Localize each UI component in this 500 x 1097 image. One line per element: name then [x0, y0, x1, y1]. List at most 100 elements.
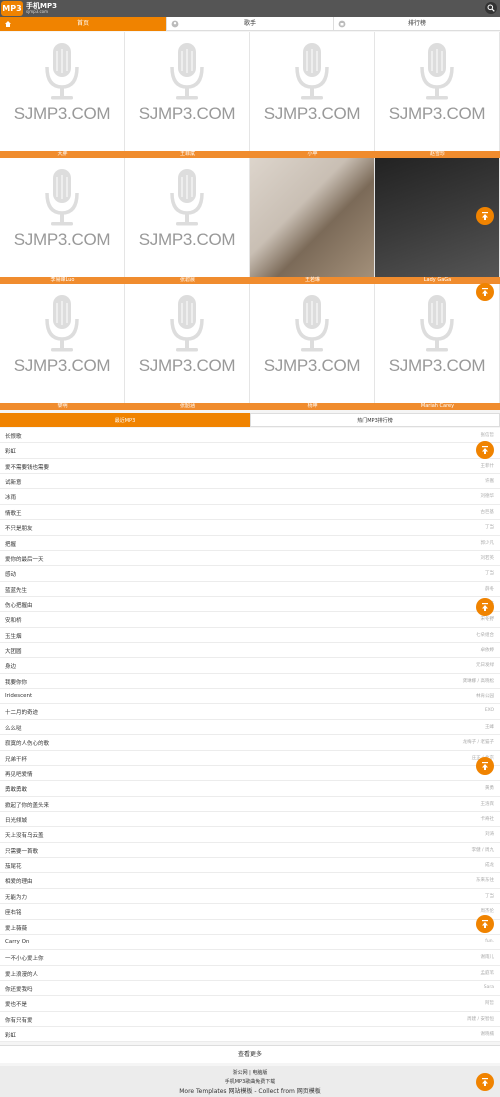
back-to-top-button[interactable] [476, 283, 494, 301]
song-artist[interactable]: 卓依婷 [481, 647, 495, 653]
back-to-top-button[interactable] [476, 598, 494, 616]
song-title[interactable]: 伤心把握由 [5, 601, 33, 609]
singer-card[interactable]: SJMP3.COM 张碧晨 [125, 158, 250, 284]
footer-credit[interactable]: More Templates 网站模板 - Collect from 网页模板 [0, 1086, 500, 1095]
singer-card[interactable]: SJMP3.COM 张韶涵 [125, 284, 250, 410]
song-title[interactable]: 爱不需要钱也需要 [5, 463, 49, 471]
footer-links[interactable]: 浙公网 | 电脑版 [0, 1069, 500, 1076]
song-title[interactable]: 玉生烟 [5, 632, 22, 640]
song-row[interactable]: 日光倾城 卡奇社 [0, 811, 500, 828]
song-artist[interactable]: 卡奇社 [481, 816, 495, 822]
song-row[interactable]: 掀起了你的盖头来 王洛宾 [0, 796, 500, 812]
song-title[interactable]: 掀起了你的盖头来 [5, 801, 49, 809]
song-title[interactable]: 你还爱我吗 [5, 985, 33, 993]
song-row[interactable]: 爱不需要钱也需要 王菲什 [0, 458, 500, 475]
song-artist[interactable]: 林肯公园 [476, 693, 494, 699]
singer-card[interactable]: SJMP3.COM 小苹 [250, 32, 375, 158]
song-artist[interactable]: 龚琳娜 / 高晓松 [463, 678, 494, 684]
song-row[interactable]: 只需要一首歌 李健 / 周九 [0, 842, 500, 859]
song-row[interactable]: 试新意 许嵩 [0, 474, 500, 490]
song-row[interactable]: 相爱的理由 东来东往 [0, 873, 500, 889]
song-title[interactable]: 不只是朋友 [5, 524, 33, 532]
song-row[interactable]: Iridescent 林肯公园 [0, 689, 500, 705]
song-artist[interactable]: 王峰 [485, 724, 494, 730]
song-artist[interactable]: 谢雨儿 [481, 954, 495, 960]
song-row[interactable]: 勇敢勇敢 黄勇 [0, 781, 500, 797]
song-row[interactable]: 你有只有爱 周建 / 安智恒 [0, 1011, 500, 1028]
song-row[interactable]: 爱也不是 阿哲 [0, 996, 500, 1012]
back-to-top-button[interactable] [476, 915, 494, 933]
song-artist[interactable]: 黄勇 [485, 785, 494, 791]
song-artist[interactable]: 龙梅子 / 老猫子 [463, 739, 494, 745]
song-artist[interactable]: 王菲什 [481, 463, 495, 469]
song-row[interactable]: 寂寞的人伤心的歌 龙梅子 / 老猫子 [0, 735, 500, 751]
song-row[interactable]: 座右铭 周杰伦 [0, 904, 500, 920]
song-row[interactable]: 茄尾花 成龙 [0, 858, 500, 874]
song-artist[interactable]: Sara [484, 985, 494, 990]
song-artist[interactable]: 阿哲 [485, 1000, 494, 1006]
song-row[interactable]: 不只是朋友 丁当 [0, 520, 500, 536]
singer-card[interactable]: SJMP3.COM 王菲斌 [125, 32, 250, 158]
song-title[interactable]: Carry On [5, 939, 29, 945]
song-title[interactable]: 彩虹 [5, 1031, 16, 1039]
song-title[interactable]: 茄尾花 [5, 862, 22, 870]
song-artist[interactable]: 七朵组合 [476, 632, 494, 638]
song-artist[interactable]: 丁当 [485, 524, 494, 530]
song-title[interactable]: 十二月的奇迹 [5, 708, 38, 716]
song-row[interactable]: 兄弟干杯庄正 / 北京 [0, 750, 500, 766]
song-artist[interactable]: 刘德华 [481, 493, 495, 499]
song-row[interactable]: 大团圆 卓依婷 [0, 643, 500, 659]
song-row[interactable]: Carry On fun. [0, 934, 500, 951]
song-row[interactable]: 把握 郭少凡 [0, 535, 500, 551]
song-title[interactable]: 寂寞的人伤心的歌 [5, 739, 49, 747]
song-artist[interactable]: EXO [485, 708, 494, 713]
singer-card[interactable]: SJMP3.COM 李易峰Luo [0, 158, 125, 284]
song-row[interactable]: 感动 丁当 [0, 566, 500, 582]
song-artist[interactable]: 薛冬 [485, 586, 494, 592]
song-artist[interactable]: 古巨基 [481, 509, 495, 515]
song-row[interactable]: 无能为力 丁当 [0, 888, 500, 905]
song-title[interactable]: 日光倾城 [5, 816, 27, 824]
song-artist[interactable]: 谢晓楠 [481, 1031, 495, 1037]
song-row[interactable]: 伤心把握由刘若英 [0, 596, 500, 613]
song-title[interactable]: 天上没有乌云盖 [5, 831, 44, 839]
song-row[interactable]: 彩虹 谢晓楠 [0, 1027, 500, 1043]
song-row[interactable]: 我要你你 龚琳娜 / 高晓松 [0, 673, 500, 690]
song-artist[interactable]: 孟庭苇 [481, 970, 495, 976]
song-row[interactable]: 再见吧爱情 [0, 765, 500, 782]
song-title[interactable]: 我要你你 [5, 678, 27, 686]
song-row[interactable]: 情歌王 古巨基 [0, 504, 500, 521]
singer-card[interactable]: SJMP3.COM 黎明 [0, 284, 125, 410]
song-row[interactable]: 爱上薇薇 [0, 919, 500, 935]
song-row[interactable]: 蓝蓝先生 薛冬 [0, 581, 500, 597]
song-title[interactable]: 座右铭 [5, 908, 22, 916]
song-title[interactable]: 一不小心爱上你 [5, 954, 44, 962]
song-row[interactable]: 一不小心爱上你 谢雨儿 [0, 950, 500, 966]
song-artist[interactable]: 丁当 [485, 893, 494, 899]
back-to-top-button[interactable] [476, 757, 494, 775]
song-artist[interactable]: 李健 / 周九 [472, 847, 494, 853]
song-row[interactable]: 爱你的最后一天 刘若英 [0, 550, 500, 567]
song-title[interactable]: 大团圆 [5, 647, 22, 655]
song-row[interactable]: 安和桥 宋冬野 [0, 612, 500, 628]
song-artist[interactable]: fun. [485, 939, 494, 944]
song-title[interactable]: 再见吧爱情 [5, 770, 33, 778]
song-title[interactable]: 爱也不是 [5, 1000, 27, 1008]
tab-home[interactable]: 首页 [0, 17, 166, 31]
song-artist[interactable]: 刘若英 [481, 555, 495, 561]
site-logo[interactable]: MP3 [1, 1, 23, 16]
song-title[interactable]: 爱上薇薇 [5, 924, 27, 932]
song-artist[interactable]: 东来东往 [476, 877, 494, 883]
song-artist[interactable]: 周建 / 安智恒 [467, 1016, 494, 1022]
song-row[interactable]: 你还爱我吗 Sara [0, 980, 500, 997]
song-title[interactable]: 只需要一首歌 [5, 847, 38, 855]
song-title[interactable]: 爱上浪漫的人 [5, 970, 38, 978]
song-title[interactable]: 相爱的理由 [5, 877, 33, 885]
song-title[interactable]: 么么哒 [5, 724, 22, 732]
song-row[interactable]: 身边 元日发绿 [0, 658, 500, 674]
song-title[interactable]: 情歌王 [5, 509, 22, 517]
search-button[interactable] [485, 2, 497, 14]
song-title[interactable]: Iridescent [5, 693, 32, 699]
singer-card[interactable]: SJMP3.COM Mariah Carey [375, 284, 500, 410]
song-title[interactable]: 勇敢勇敢 [5, 785, 27, 793]
